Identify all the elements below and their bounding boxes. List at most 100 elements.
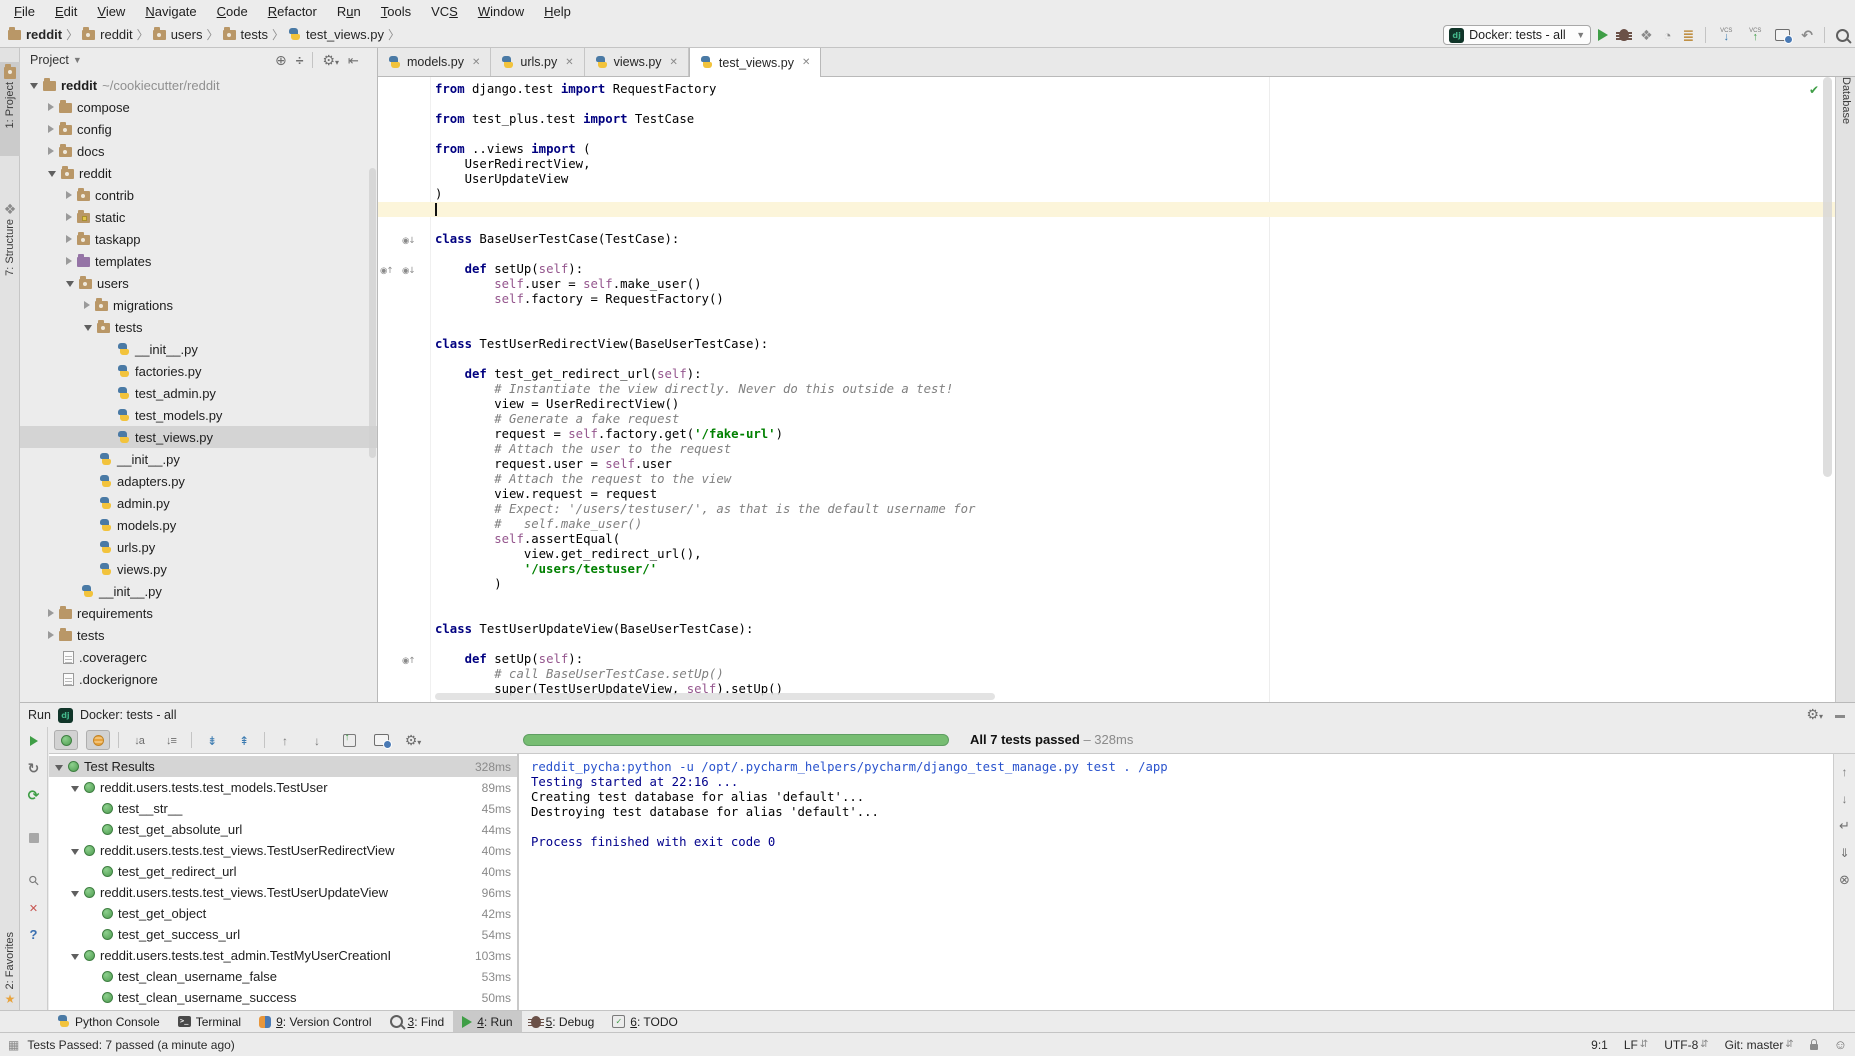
expanded-arrow-icon[interactable] [71, 891, 79, 897]
help-icon[interactable] [30, 928, 38, 941]
test-result-row[interactable]: test_clean_username_false53ms [49, 966, 517, 987]
project-tree-item[interactable]: compose [20, 96, 377, 118]
profiler-icon[interactable] [1664, 29, 1672, 42]
chevron-down-icon[interactable]: ▼ [73, 55, 82, 65]
collapsed-arrow-icon[interactable] [84, 301, 90, 309]
code-line[interactable]: # Attach the user to the request [378, 442, 1835, 457]
expanded-arrow-icon[interactable] [84, 325, 92, 331]
project-tree-scrollbar[interactable] [369, 168, 376, 458]
collapsed-arrow-icon[interactable] [48, 147, 54, 155]
run-icon[interactable] [1598, 29, 1608, 41]
rollback-icon[interactable] [1801, 28, 1813, 42]
code-line[interactable] [378, 247, 1835, 262]
lock-icon[interactable] [1810, 1044, 1818, 1050]
project-tree-item[interactable]: requirements [20, 602, 377, 624]
hide-icon[interactable] [1835, 707, 1845, 721]
test-result-row[interactable]: test_get_success_url54ms [49, 924, 517, 945]
scroll-to-end-icon[interactable] [1839, 846, 1849, 859]
tool-button-favorites[interactable]: 2: Favorites ★ [0, 928, 20, 1016]
editor-tab-test_views-py[interactable]: test_views.py [689, 48, 821, 77]
close-tab-icon[interactable] [802, 57, 810, 68]
expanded-arrow-icon[interactable] [30, 83, 38, 89]
soft-wrap-icon[interactable] [1839, 819, 1850, 832]
line-ending-widget[interactable]: LF⇵ [1624, 1038, 1648, 1052]
code-line[interactable]: # self.make_user() [378, 517, 1835, 532]
breadcrumb-item[interactable]: test_views.py [288, 27, 384, 42]
project-tree-item[interactable]: tests [20, 624, 377, 646]
tool-window-button-3-find[interactable]: 3: Find [381, 1011, 454, 1032]
editor-tab-urls-py[interactable]: urls.py [491, 48, 584, 76]
editor-tab-models-py[interactable]: models.py [378, 48, 491, 76]
expanded-arrow-icon[interactable] [55, 765, 63, 771]
project-tree-item[interactable]: __init__.py [20, 580, 377, 602]
editor-horizontal-scrollbar[interactable] [435, 693, 995, 700]
code-line[interactable]: ) [378, 187, 1835, 202]
close-icon[interactable] [29, 901, 38, 915]
locate-icon[interactable] [275, 53, 287, 67]
toggle-auto-test-icon[interactable] [28, 788, 40, 802]
expanded-arrow-icon[interactable] [71, 954, 79, 960]
sort-by-duration-icon-button[interactable] [159, 730, 183, 750]
previous-failed-icon-button[interactable] [273, 730, 297, 750]
menu-item-view[interactable]: View [87, 2, 135, 21]
code-line[interactable] [378, 352, 1835, 367]
menu-item-code[interactable]: Code [207, 2, 258, 21]
code-line[interactable]: # Instantiate the view directly. Never d… [378, 382, 1835, 397]
pin-icon[interactable] [29, 874, 39, 887]
collapsed-arrow-icon[interactable] [48, 125, 54, 133]
project-tree-item[interactable]: adapters.py [20, 470, 377, 492]
search-everywhere-icon[interactable] [1836, 29, 1849, 42]
concurrency-diagram-icon[interactable] [1683, 28, 1695, 42]
menu-item-tools[interactable]: Tools [371, 2, 421, 21]
collapsed-arrow-icon[interactable] [66, 257, 72, 265]
vcs-update-icon[interactable]: VCS↓ [1717, 28, 1735, 43]
code-editor[interactable]: from django.test import RequestFactoryfr… [378, 77, 1835, 702]
test-history-icon-button[interactable] [369, 730, 393, 750]
code-line[interactable]: def test_get_redirect_url(self): [378, 367, 1835, 382]
code-line[interactable] [378, 592, 1835, 607]
import-results-icon-button[interactable] [337, 730, 361, 750]
project-tree-item[interactable]: admin.py [20, 492, 377, 514]
close-tab-icon[interactable] [565, 57, 573, 68]
code-line[interactable]: def setUp(self):◉↑ [378, 652, 1835, 667]
code-line[interactable] [378, 307, 1835, 322]
test-result-row[interactable]: test_get_absolute_url44ms [49, 819, 517, 840]
project-tree-item[interactable]: templates [20, 250, 377, 272]
code-area[interactable]: from django.test import RequestFactoryfr… [378, 82, 1835, 697]
tool-window-button-terminal[interactable]: Terminal [169, 1011, 250, 1032]
menu-item-file[interactable]: File [4, 2, 45, 21]
move-up-icon[interactable] [1842, 765, 1848, 778]
options-icon-button[interactable] [401, 730, 425, 750]
collapse-all-icon-button[interactable] [232, 730, 256, 750]
sort-alphabetically-icon-button[interactable] [127, 730, 151, 750]
test-console-output[interactable]: reddit_pycha:python -u /opt/.pycharm_hel… [519, 753, 1833, 1010]
project-tree-item[interactable]: test_views.py [20, 426, 377, 448]
collapsed-arrow-icon[interactable] [66, 213, 72, 221]
breadcrumb-item[interactable]: tests [223, 27, 268, 42]
code-line[interactable]: view.request = request [378, 487, 1835, 502]
code-line[interactable]: self.factory = RequestFactory() [378, 292, 1835, 307]
code-line[interactable]: UserRedirectView, [378, 157, 1835, 172]
expanded-arrow-icon[interactable] [71, 849, 79, 855]
code-line[interactable]: # Generate a fake request [378, 412, 1835, 427]
tool-window-button-4-run[interactable]: 4: Run [453, 1011, 521, 1032]
project-tree-item[interactable]: models.py [20, 514, 377, 536]
project-tree-item[interactable]: docs [20, 140, 377, 162]
code-line[interactable]: '/users/testuser/' [378, 562, 1835, 577]
project-tree-item[interactable]: factories.py [20, 360, 377, 382]
breadcrumb-item[interactable]: reddit [8, 27, 62, 42]
test-result-row[interactable]: test_clean_username_success50ms [49, 987, 517, 1008]
move-down-icon[interactable] [1842, 792, 1848, 805]
close-tab-icon[interactable] [472, 57, 480, 68]
expanded-arrow-icon[interactable] [48, 171, 56, 177]
menu-item-run[interactable]: Run [327, 2, 371, 21]
debug-icon[interactable] [1619, 29, 1629, 41]
code-line[interactable] [378, 217, 1835, 232]
collapse-all-icon[interactable] [296, 53, 304, 67]
code-line[interactable]: view = UserRedirectView() [378, 397, 1835, 412]
collapsed-arrow-icon[interactable] [66, 191, 72, 199]
project-tree-item[interactable]: __init__.py [20, 448, 377, 470]
test-result-row[interactable]: test_get_redirect_url40ms [49, 861, 517, 882]
code-line[interactable]: UserUpdateView [378, 172, 1835, 187]
tool-window-button-python-console[interactable]: Python Console [48, 1011, 169, 1032]
